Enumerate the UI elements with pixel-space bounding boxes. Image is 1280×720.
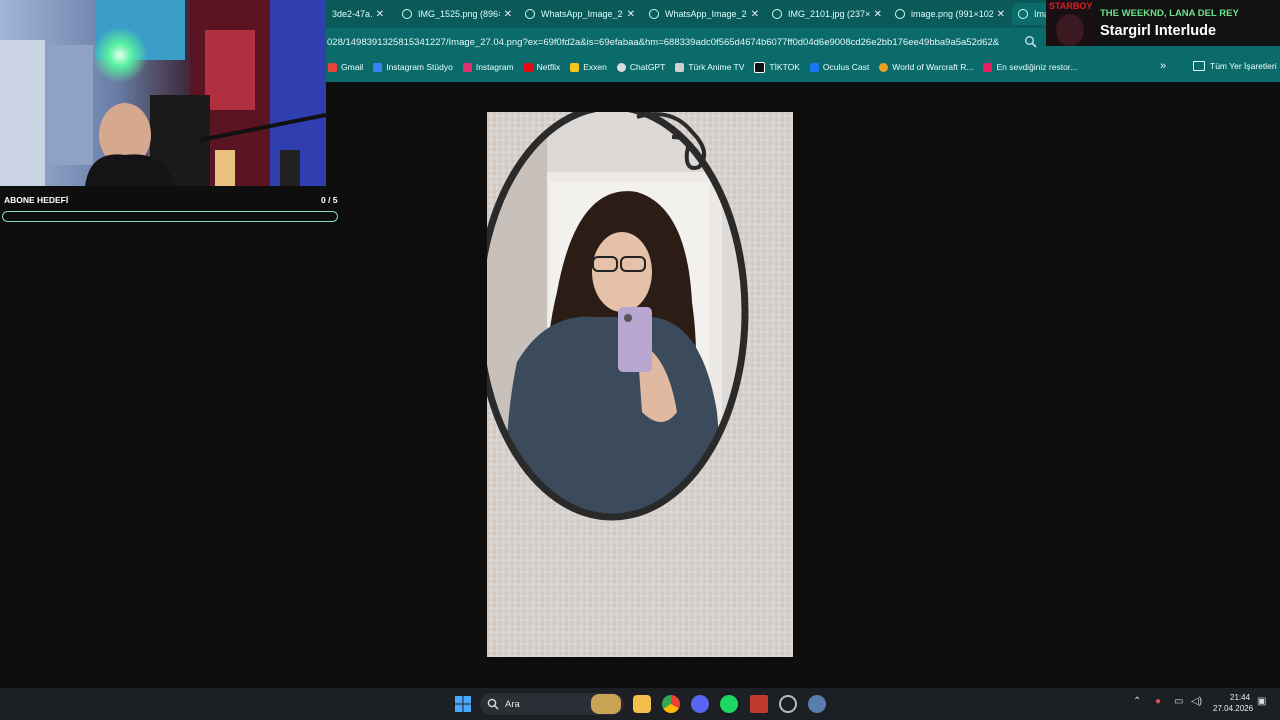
bookmark-label: En sevdiğiniz restor... bbox=[996, 62, 1078, 72]
url-text[interactable]: 028/1498391325815341227/Image_27.04.png?… bbox=[326, 37, 1017, 48]
close-icon[interactable]: ✕ bbox=[997, 9, 1005, 20]
bookmark-label: Instagram bbox=[475, 62, 514, 72]
bookmark-chatgpt[interactable]: ChatGPT bbox=[616, 62, 666, 72]
search-highlight-icon bbox=[591, 694, 621, 714]
chatgpt-icon bbox=[616, 62, 626, 72]
taskbar: Ara ⌃ ● ▭ ◁) 21:44 27.04.2026 ▣ bbox=[0, 688, 1280, 720]
taskbar-search[interactable]: Ara bbox=[480, 693, 624, 715]
file-explorer-icon[interactable] bbox=[633, 695, 651, 713]
search-placeholder: Ara bbox=[505, 698, 520, 710]
subscriber-goal-count: 0 / 5 bbox=[321, 195, 338, 205]
bookmark-instagram[interactable]: Instagram bbox=[462, 62, 514, 72]
bookmark-label: Türk Anime TV bbox=[688, 62, 745, 72]
tab-4[interactable]: WhatsApp_Image_20 ✕ bbox=[643, 3, 765, 25]
tab-5[interactable]: IMG_2101.jpg (237× ✕ bbox=[766, 3, 888, 25]
globe-icon bbox=[1018, 9, 1028, 19]
close-icon[interactable]: ✕ bbox=[376, 9, 384, 20]
clock-app-icon[interactable] bbox=[779, 695, 797, 713]
instagram-studio-icon bbox=[373, 62, 383, 72]
album-art: STARBOY bbox=[1047, 0, 1094, 46]
windows-start-icon[interactable] bbox=[454, 695, 472, 713]
notification-icon[interactable]: ▣ bbox=[1257, 696, 1266, 707]
globe-icon bbox=[649, 9, 659, 19]
close-icon[interactable]: ✕ bbox=[751, 9, 759, 20]
bookmark-restaurant[interactable]: En sevdiğiniz restor... bbox=[983, 62, 1077, 72]
globe-icon bbox=[895, 9, 905, 19]
tab-6[interactable]: image.png (991×102 ✕ bbox=[889, 3, 1011, 25]
yemeksepeti-icon bbox=[983, 62, 993, 72]
network-icon[interactable]: ▭ bbox=[1174, 696, 1183, 707]
anime-tv-icon bbox=[675, 62, 685, 72]
globe-icon bbox=[772, 9, 782, 19]
gmail-icon bbox=[328, 62, 337, 72]
tab-title: WhatsApp_Image_20 bbox=[541, 9, 623, 19]
bookmarks-bar: Gmail Instagram Stüdyo Instagram Netflix… bbox=[326, 56, 1280, 78]
netflix-icon bbox=[523, 62, 533, 72]
tab-title: WhatsApp_Image_20 bbox=[665, 9, 747, 19]
displayed-image bbox=[487, 112, 793, 657]
search-icon bbox=[487, 698, 499, 710]
clock-time[interactable]: 21:44 bbox=[1230, 693, 1250, 702]
chrome-icon[interactable] bbox=[662, 695, 680, 713]
album-art-text: STARBOY bbox=[1049, 1, 1092, 11]
now-playing-artist: THE WEEKND, LANA DEL REY bbox=[1100, 8, 1239, 19]
bookmark-label: Netflix bbox=[536, 62, 561, 72]
bookmark-wow[interactable]: World of Warcraft R... bbox=[879, 62, 973, 72]
tab-1[interactable]: 3de2-47a… ✕ bbox=[326, 3, 390, 25]
bookmark-turk-anime-tv[interactable]: Türk Anime TV bbox=[675, 62, 744, 72]
bookmark-label: Exxen bbox=[583, 62, 607, 72]
folder-icon bbox=[1193, 61, 1205, 71]
subscriber-goal-progress-bar bbox=[2, 211, 338, 222]
tab-title: Ima bbox=[1034, 9, 1046, 19]
instagram-icon bbox=[462, 62, 472, 72]
tab-3[interactable]: WhatsApp_Image_20 ✕ bbox=[519, 3, 641, 25]
clock-date[interactable]: 27.04.2026 bbox=[1213, 704, 1253, 713]
voicemod-icon[interactable] bbox=[750, 695, 768, 713]
settings-icon[interactable] bbox=[808, 695, 826, 713]
microphone-icon[interactable]: ● bbox=[1155, 696, 1161, 707]
now-playing-widget: STARBOY THE WEEKND, LANA DEL REY Stargir… bbox=[1046, 0, 1280, 46]
globe-icon bbox=[402, 9, 412, 19]
mirror-selfie-image bbox=[487, 112, 793, 657]
webcam-feed bbox=[0, 0, 326, 186]
bookmark-label: TİKTOK bbox=[769, 62, 800, 72]
bookmark-label: ChatGPT bbox=[629, 62, 666, 72]
bookmark-label: Gmail bbox=[341, 62, 364, 72]
tiktok-icon bbox=[754, 61, 766, 73]
tab-title: 3de2-47a… bbox=[332, 9, 372, 19]
bookmark-exxen[interactable]: Exxen bbox=[570, 62, 607, 72]
webcam-image bbox=[0, 0, 326, 186]
close-icon[interactable]: ✕ bbox=[874, 9, 882, 20]
bookmark-label: Oculus Cast bbox=[822, 62, 870, 72]
discord-icon[interactable] bbox=[691, 695, 709, 713]
bookmark-label: Instagram Stüdyo bbox=[386, 62, 453, 72]
tab-title: image.png (991×102 bbox=[911, 9, 993, 19]
tab-2[interactable]: IMG_1525.png (896× ✕ bbox=[396, 3, 518, 25]
all-bookmarks-button[interactable]: Tüm Yer İşaretleri bbox=[1193, 61, 1277, 71]
bookmark-label: World of Warcraft R... bbox=[892, 62, 974, 72]
tab-title: IMG_1525.png (896× bbox=[418, 9, 500, 19]
subscriber-goal-label: ABONE HEDEFİ bbox=[4, 195, 69, 205]
exxen-icon bbox=[570, 62, 580, 72]
globe-icon bbox=[525, 9, 535, 19]
close-icon[interactable]: ✕ bbox=[504, 9, 512, 20]
wow-icon bbox=[879, 62, 889, 72]
zoom-icon[interactable] bbox=[1024, 35, 1038, 49]
bookmark-netflix[interactable]: Netflix bbox=[523, 62, 561, 72]
close-icon[interactable]: ✕ bbox=[627, 9, 635, 20]
now-playing-track: Stargirl Interlude bbox=[1100, 23, 1217, 39]
volume-icon[interactable]: ◁) bbox=[1191, 696, 1202, 707]
chevron-up-icon[interactable]: ⌃ bbox=[1133, 696, 1141, 707]
meta-icon bbox=[809, 62, 819, 72]
all-bookmarks-label: Tüm Yer İşaretleri bbox=[1210, 61, 1277, 71]
bookmarks-overflow-button[interactable]: » bbox=[1160, 60, 1166, 72]
bookmark-instagram-studio[interactable]: Instagram Stüdyo bbox=[373, 62, 453, 72]
bookmark-tiktok[interactable]: TİKTOK bbox=[754, 61, 800, 73]
bookmark-oculus-cast[interactable]: Oculus Cast bbox=[809, 62, 870, 72]
bookmark-gmail[interactable]: Gmail bbox=[328, 62, 363, 72]
spotify-icon[interactable] bbox=[720, 695, 738, 713]
tab-title: IMG_2101.jpg (237× bbox=[788, 9, 870, 19]
